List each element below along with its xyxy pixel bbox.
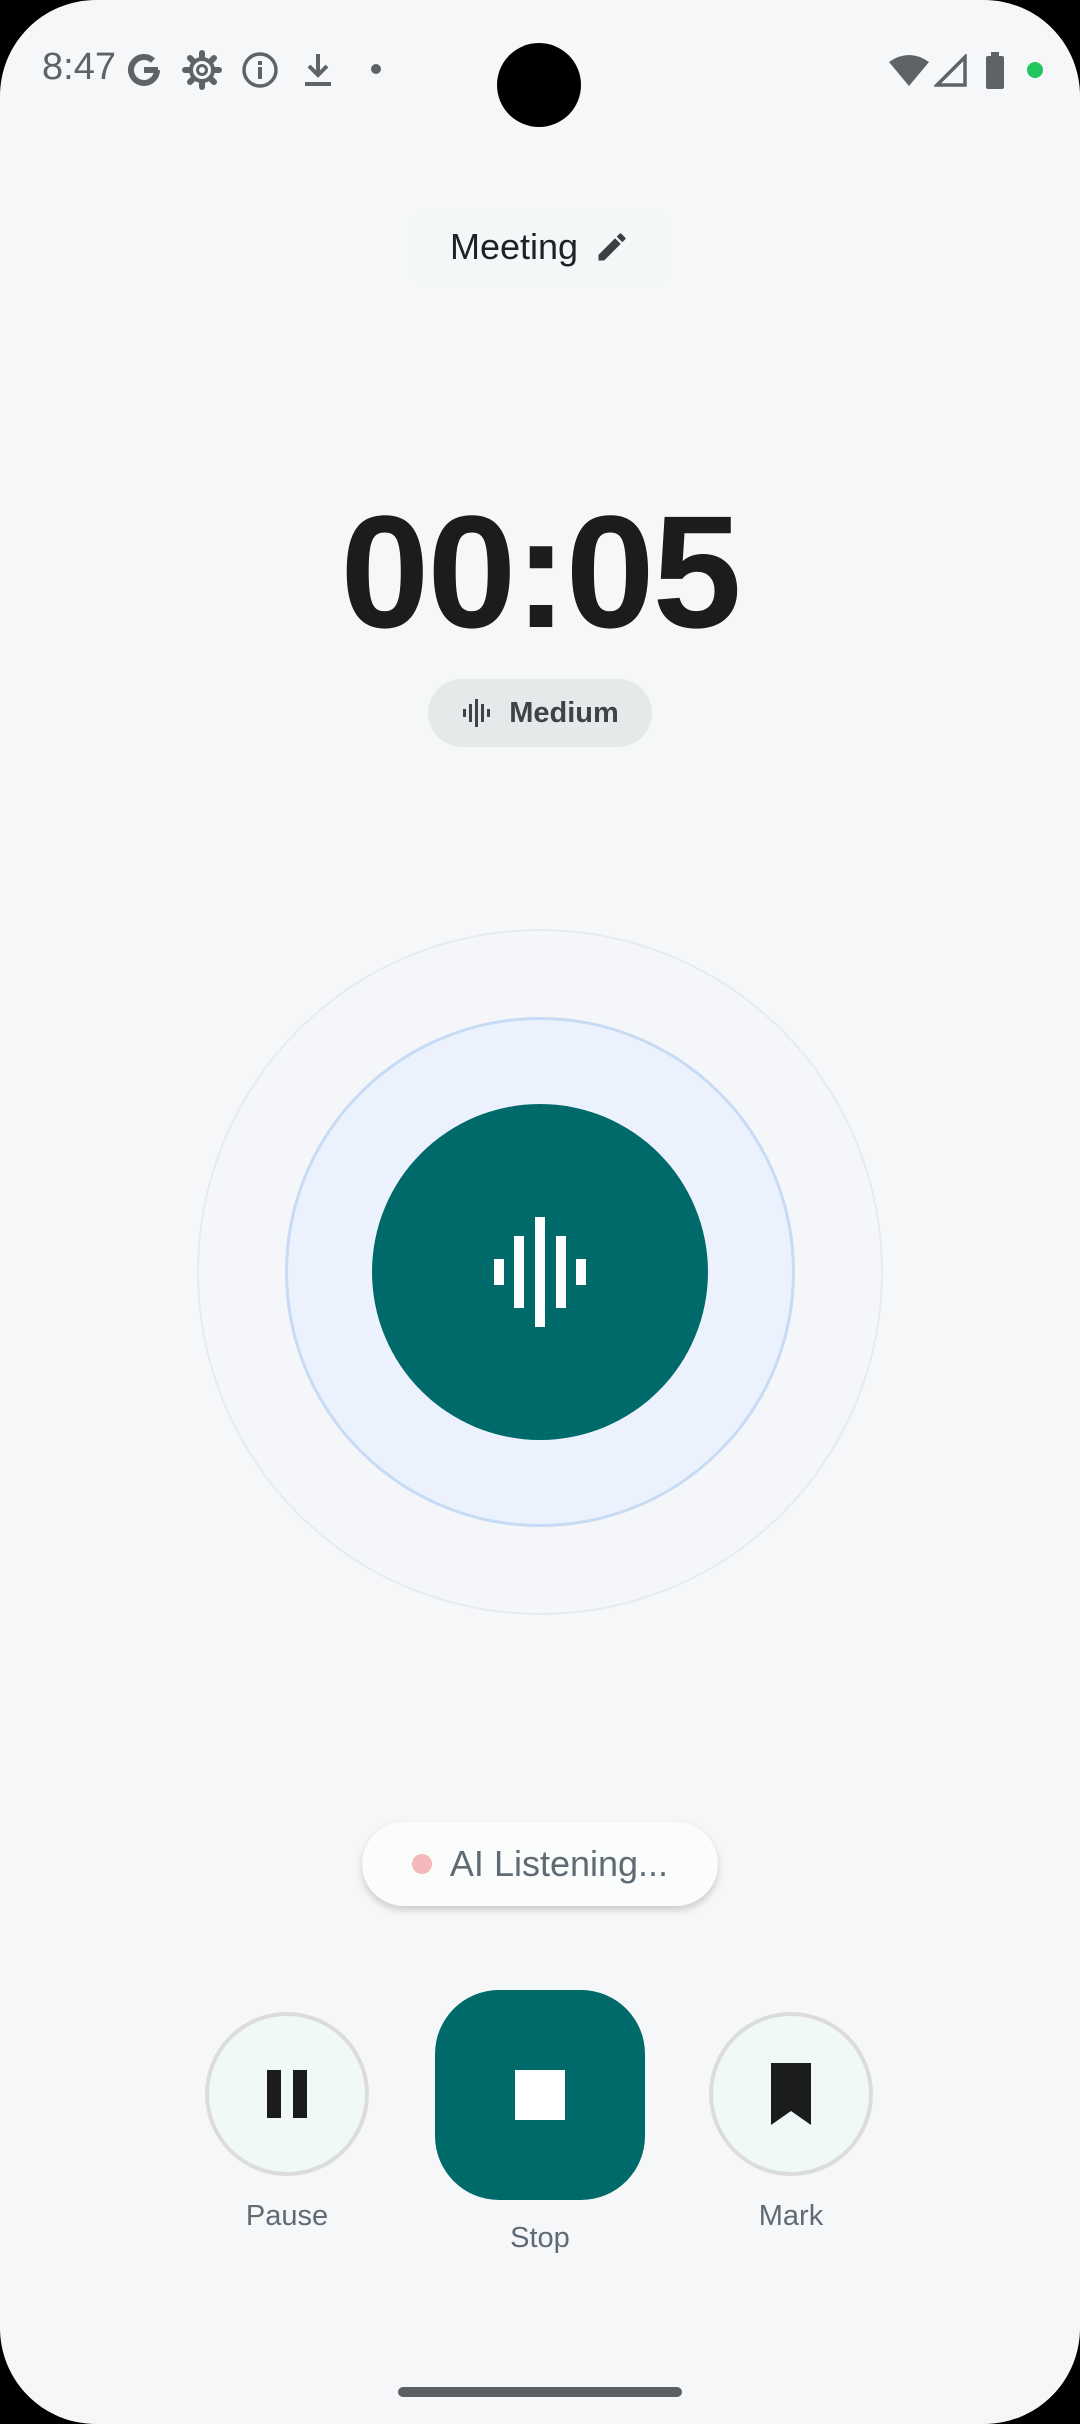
recording-title: Meeting xyxy=(449,226,579,267)
google-icon xyxy=(128,54,160,86)
settings-icon xyxy=(182,50,222,90)
quality-label: Medium xyxy=(509,696,619,729)
bookmark-icon xyxy=(771,2063,811,2125)
status-time: 8:47 xyxy=(42,46,116,88)
edit-pencil-icon xyxy=(598,233,626,261)
stop-label: Stop xyxy=(510,2222,570,2254)
privacy-dot-icon xyxy=(1027,62,1043,78)
stop-icon xyxy=(515,2070,565,2120)
status-bar: 8:47 xyxy=(0,0,1080,140)
mark-label: Mark xyxy=(758,2200,824,2232)
ai-status-label: AI Listening... xyxy=(449,1843,669,1884)
pause-icon xyxy=(267,2070,307,2118)
info-icon xyxy=(242,52,278,88)
recording-indicator xyxy=(372,1104,708,1440)
mark-button[interactable] xyxy=(709,2012,873,2176)
recording-screen: 8:47 Meeting 00:05 Medium AI Listening..… xyxy=(0,0,1080,2424)
stop-button[interactable] xyxy=(435,1990,645,2200)
wifi-icon xyxy=(889,55,929,86)
recording-title-chip[interactable]: Meeting xyxy=(412,210,668,284)
home-indicator[interactable] xyxy=(398,2387,682,2397)
quality-chip[interactable]: Medium xyxy=(428,679,652,747)
download-icon xyxy=(305,54,331,86)
waveform-icon xyxy=(463,699,491,727)
pause-label: Pause xyxy=(245,2200,329,2232)
ai-status-pill: AI Listening... xyxy=(362,1822,718,1906)
camera-cutout xyxy=(497,43,581,127)
battery-icon xyxy=(986,52,1004,89)
audio-waveform-icon xyxy=(494,1217,586,1327)
dot-icon xyxy=(371,64,381,74)
ai-status-dot xyxy=(411,1854,432,1874)
signal-icon xyxy=(934,54,967,87)
pause-button[interactable] xyxy=(205,2012,369,2176)
recording-timer: 00:05 xyxy=(340,482,741,661)
